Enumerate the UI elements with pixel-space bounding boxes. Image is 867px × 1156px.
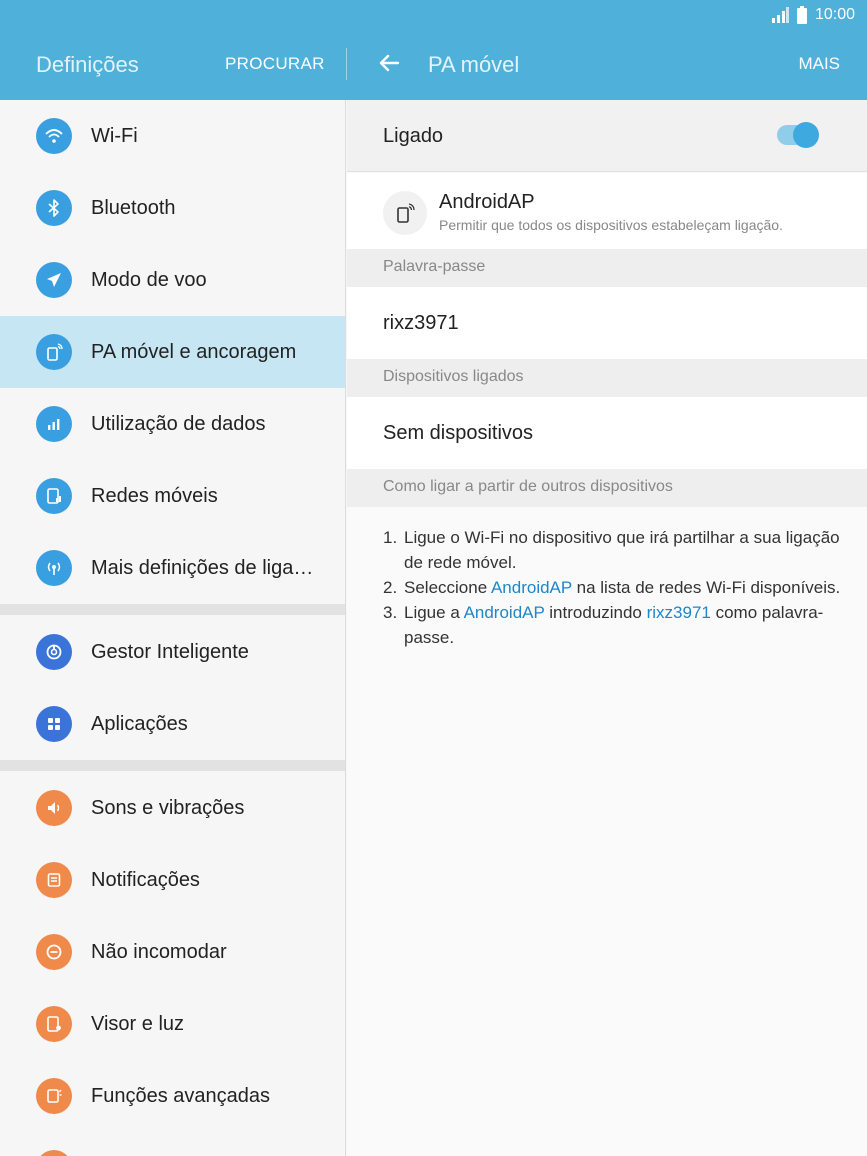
settings-title: Definições: [36, 52, 139, 77]
password-link: rixz3971: [646, 603, 711, 622]
network-description: Permitir que todos os dispositivos estab…: [439, 217, 783, 233]
howto-section-header: Como ligar a partir de outros dispositiv…: [347, 469, 867, 507]
connection-instructions: 1. Ligue o Wi-Fi no dispositivo que irá …: [383, 525, 843, 650]
sidebar-item-do-not-disturb[interactable]: Não incomodar: [0, 916, 345, 988]
clock: 10:00: [814, 6, 855, 23]
sidebar-item-label: PA móvel e ancoragem: [91, 340, 297, 363]
devices-value: Sem dispositivos: [383, 422, 534, 444]
notifications-icon: [36, 862, 72, 898]
password-value: rixz3971: [383, 312, 459, 334]
section-header-label: Como ligar a partir de outros dispositiv…: [383, 478, 673, 495]
toggle-label: Ligado: [383, 125, 444, 147]
switch-knob: [793, 122, 819, 148]
sidebar-item-label: Funções avançadas: [91, 1084, 271, 1107]
sidebar-item-label: Modo de voo: [91, 268, 207, 291]
sidebar-item-label: Notificações: [91, 868, 200, 891]
sidebar-item-label: Visor e luz: [91, 1012, 185, 1035]
sidebar-item-notifications[interactable]: Notificações: [0, 844, 345, 916]
instruction-step: 3. Ligue a AndroidAP introduzindo rixz39…: [383, 600, 843, 650]
more-button[interactable]: MAIS: [798, 54, 840, 74]
step-text-part: introduzindo: [544, 603, 647, 622]
sidebar-item-smart-manager[interactable]: Gestor Inteligente: [0, 616, 345, 688]
sidebar-item-partial[interactable]: [0, 1132, 345, 1156]
step-text: Ligue a AndroidAP introduzindo rixz3971 …: [404, 600, 843, 650]
do-not-disturb-icon: [36, 934, 72, 970]
partial-icon: [36, 1150, 72, 1156]
step-number: 1.: [383, 528, 398, 547]
network-name-row[interactable]: AndroidAP Permitir que todos os disposit…: [347, 173, 867, 249]
hotspot-detail-pane: Ligado AndroidAP Permitir que todos os d…: [347, 100, 867, 1156]
sidebar-item-airplane-mode[interactable]: Modo de voo: [0, 244, 345, 316]
password-row[interactable]: rixz3971: [347, 287, 867, 359]
section-divider: [0, 760, 345, 771]
hotspot-icon: [36, 334, 72, 370]
smart-manager-icon: [36, 634, 72, 670]
instruction-step: 1. Ligue o Wi-Fi no dispositivo que irá …: [383, 525, 843, 575]
sidebar-item-wifi[interactable]: Wi-Fi: [0, 100, 345, 172]
sidebar-item-label: Wi-Fi: [91, 124, 138, 147]
sidebar-item-advanced-features[interactable]: Funções avançadas: [0, 1060, 345, 1132]
page-title: PA móvel: [428, 52, 520, 77]
devices-row: Sem dispositivos: [347, 397, 867, 469]
network-name-link: AndroidAP: [490, 578, 572, 597]
step-text-part: Seleccione: [404, 578, 491, 597]
airplane-icon: [36, 262, 72, 298]
hotspot-switch[interactable]: [777, 122, 819, 148]
app-bar: Definições PROCURAR PA móvel MAIS: [0, 32, 867, 100]
advanced-features-icon: [36, 1078, 72, 1114]
hotspot-toggle-row[interactable]: Ligado: [347, 100, 867, 172]
sidebar-item-apps[interactable]: Aplicações: [0, 688, 345, 760]
header-divider: [346, 48, 347, 80]
section-divider: [0, 604, 345, 615]
password-section-header: Palavra-passe: [347, 249, 867, 287]
section-header-label: Palavra-passe: [383, 258, 486, 275]
sidebar-item-label: Redes móveis: [91, 484, 218, 507]
step-text-part: Ligue a: [404, 603, 464, 622]
more-connections-icon: [36, 550, 72, 586]
sidebar-item-label: Sons e vibrações: [91, 796, 245, 819]
sidebar-item-label: Gestor Inteligente: [91, 640, 249, 663]
bluetooth-icon: [36, 190, 72, 226]
sidebar-item-mobile-networks[interactable]: Redes móveis: [0, 460, 345, 532]
sound-icon: [36, 790, 72, 826]
sidebar-item-label: Bluetooth: [91, 196, 176, 219]
sidebar-item-display[interactable]: Visor e luz: [0, 988, 345, 1060]
step-text: Seleccione AndroidAP na lista de redes W…: [404, 575, 840, 600]
sidebar-item-more-connections[interactable]: Mais definições de liga…: [0, 532, 345, 604]
status-bar: 10:00: [0, 0, 867, 32]
data-usage-icon: [36, 406, 72, 442]
signal-icon: [771, 7, 789, 23]
hotspot-device-icon: [383, 191, 427, 235]
step-text-part: na lista de redes Wi-Fi disponíveis.: [571, 578, 841, 597]
apps-icon: [36, 706, 72, 742]
sidebar-item-label: Mais definições de liga…: [91, 556, 314, 579]
wifi-icon: [36, 118, 72, 154]
step-text: Ligue o Wi-Fi no dispositivo que irá par…: [404, 528, 840, 572]
sidebar-item-data-usage[interactable]: Utilização de dados: [0, 388, 345, 460]
sidebar-item-bluetooth[interactable]: Bluetooth: [0, 172, 345, 244]
section-header-label: Dispositivos ligados: [383, 368, 524, 385]
sidebar-item-label: Aplicações: [91, 712, 188, 735]
battery-icon: [796, 6, 807, 24]
devices-section-header: Dispositivos ligados: [347, 359, 867, 397]
settings-sidebar: Wi-Fi Bluetooth Modo de voo PA móvel e a…: [0, 100, 346, 1156]
sidebar-item-label: Não incomodar: [91, 940, 227, 963]
search-button[interactable]: PROCURAR: [225, 54, 325, 74]
step-number: 2.: [383, 578, 398, 597]
sidebar-item-hotspot[interactable]: PA móvel e ancoragem: [0, 316, 345, 388]
display-icon: [36, 1006, 72, 1042]
mobile-network-icon: [36, 478, 72, 514]
network-name-link: AndroidAP: [463, 603, 545, 622]
instruction-step: 2. Seleccione AndroidAP na lista de rede…: [383, 575, 843, 600]
sidebar-item-label: Utilização de dados: [91, 412, 266, 435]
sidebar-item-sounds[interactable]: Sons e vibrações: [0, 772, 345, 844]
step-number: 3.: [383, 603, 398, 622]
back-arrow-icon[interactable]: [374, 48, 404, 78]
network-name: AndroidAP: [439, 191, 535, 213]
